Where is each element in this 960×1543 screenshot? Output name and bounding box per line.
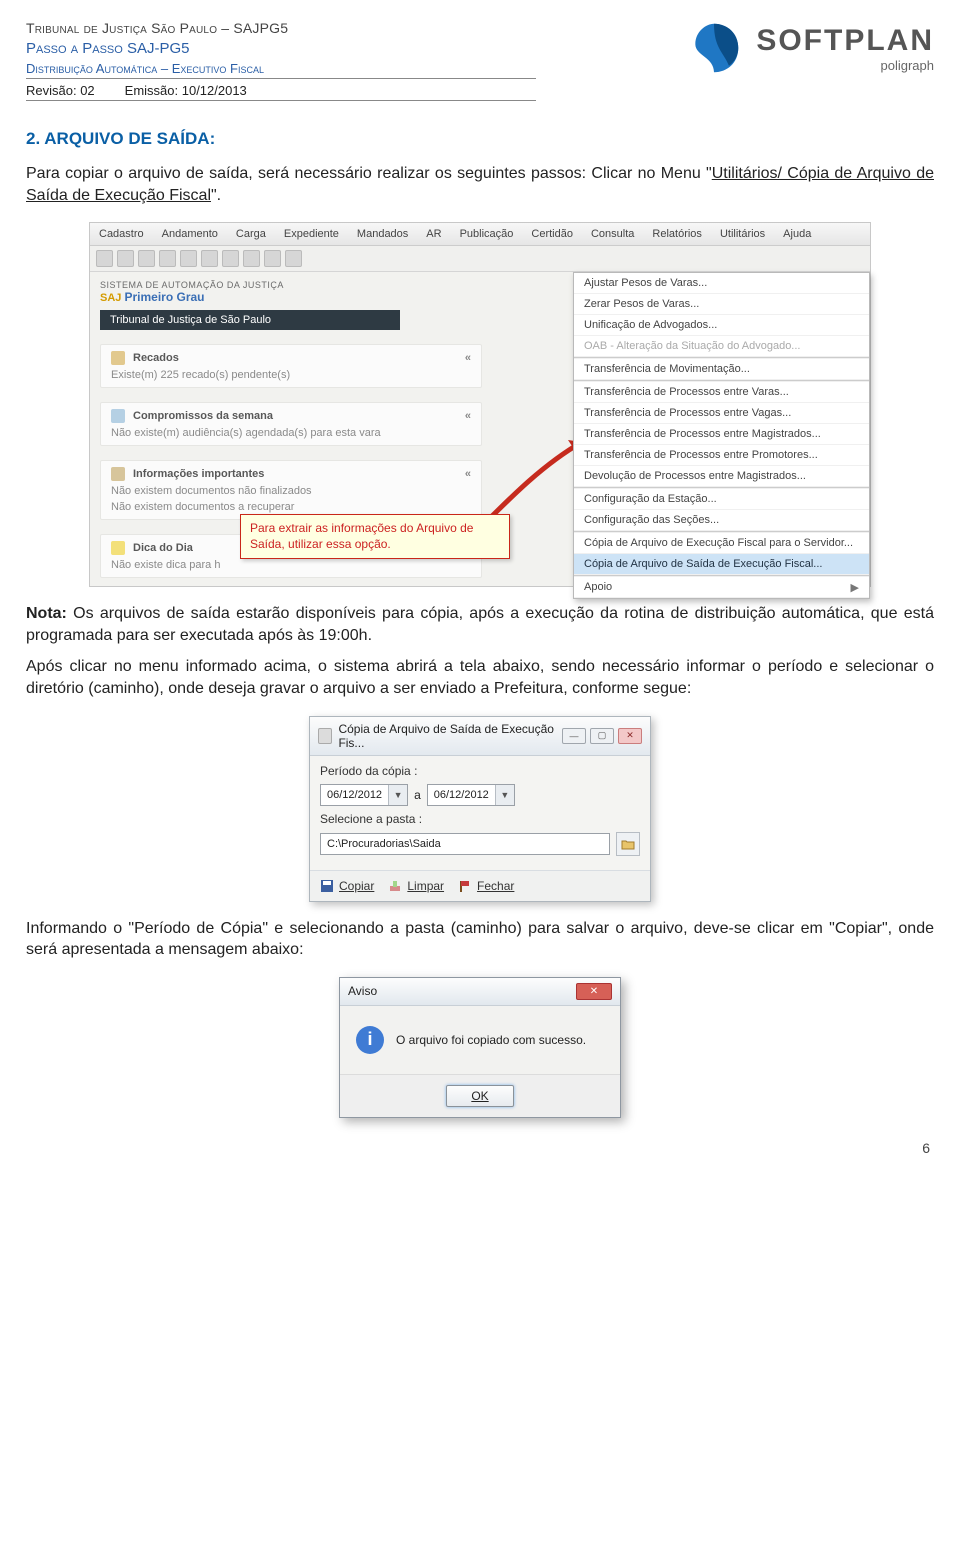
periodo-label: Período da cópia : <box>320 764 417 778</box>
section-title: 2. ARQUIVO DE SAÍDA: <box>26 129 934 149</box>
hdr-line1: Tribunal de Justiça São Paulo – SAJPG5 <box>26 20 536 36</box>
menu-relatórios[interactable]: Relatórios <box>643 223 711 245</box>
toolbar-icon[interactable] <box>180 250 197 267</box>
menu-item[interactable]: Apoio▶ <box>574 577 869 598</box>
menu-item[interactable]: Devolução de Processos entre Magistrados… <box>574 466 869 487</box>
paragraph-1: Para copiar o arquivo de saída, será nec… <box>26 163 934 206</box>
toolbar-icon[interactable] <box>201 250 218 267</box>
close-button[interactable]: ✕ <box>618 728 642 744</box>
logo-text-big: SOFTPLAN <box>756 24 934 58</box>
softplan-logo: SOFTPLAN poligraph <box>686 20 934 76</box>
minimize-button[interactable]: — <box>562 728 586 744</box>
toolbar-icon[interactable] <box>159 250 176 267</box>
date-from-input[interactable]: 06/12/2012▼ <box>320 784 408 806</box>
menu-utilitários[interactable]: Utilitários <box>711 223 774 245</box>
menu-item[interactable]: Transferência de Processos entre Magistr… <box>574 424 869 445</box>
panel-recados[interactable]: Recados« Existe(m) 225 recado(s) pendent… <box>100 344 482 388</box>
info-icon: i <box>356 1026 384 1054</box>
dialog-aviso: Aviso ✕ i O arquivo foi copiado com suce… <box>339 977 621 1118</box>
revision-label: Revisão: 02 <box>26 83 95 98</box>
browse-folder-button[interactable] <box>616 832 640 856</box>
toolbar[interactable] <box>90 246 870 272</box>
menu-mandados[interactable]: Mandados <box>348 223 417 245</box>
aviso-title: Aviso <box>348 984 377 998</box>
emission-label: Emissão: 10/12/2013 <box>125 83 247 98</box>
recados-icon <box>111 351 125 365</box>
save-icon <box>320 879 334 893</box>
chevron-icon: « <box>465 352 471 364</box>
menu-item[interactable]: Transferência de Movimentação... <box>574 359 869 380</box>
dropdown-icon[interactable]: ▼ <box>495 785 514 805</box>
callout-tooltip: Para extrair as informações do Arquivo d… <box>240 514 510 559</box>
paragraph-3: Informando o "Período de Cópia" e seleci… <box>26 918 934 961</box>
menu-publicação[interactable]: Publicação <box>451 223 523 245</box>
page-number: 6 <box>26 1140 934 1156</box>
path-input[interactable]: C:\Procuradorias\Saida <box>320 833 610 855</box>
menu-andamento[interactable]: Andamento <box>153 223 227 245</box>
flag-icon <box>458 879 472 893</box>
paragraph-2: Após clicar no menu informado acima, o s… <box>26 656 934 699</box>
menu-item[interactable]: Transferência de Processos entre Varas..… <box>574 382 869 403</box>
toolbar-icon[interactable] <box>285 250 302 267</box>
info-icon <box>111 467 125 481</box>
screenshot-app: CadastroAndamentoCargaExpedienteMandados… <box>89 222 871 587</box>
menu-carga[interactable]: Carga <box>227 223 275 245</box>
menu-certidão[interactable]: Certidão <box>522 223 582 245</box>
aviso-message: O arquivo foi copiado com sucesso. <box>396 1033 586 1047</box>
menu-ajuda[interactable]: Ajuda <box>774 223 820 245</box>
chevron-icon: « <box>465 468 471 480</box>
nota-paragraph: Nota: Os arquivos de saída estarão dispo… <box>26 603 934 646</box>
panel-informacoes[interactable]: Informações importantes« Não existem doc… <box>100 460 482 520</box>
menu-cadastro[interactable]: Cadastro <box>90 223 153 245</box>
toolbar-icon[interactable] <box>96 250 113 267</box>
menu-item[interactable]: Cópia de Arquivo de Saída de Execução Fi… <box>574 554 869 575</box>
logo-text-small: poligraph <box>756 58 934 73</box>
eraser-icon <box>388 879 402 893</box>
menu-item[interactable]: Transferência de Processos entre Vagas..… <box>574 403 869 424</box>
menu-item[interactable]: Configuração da Estação... <box>574 489 869 510</box>
toolbar-icon[interactable] <box>117 250 134 267</box>
date-to-input[interactable]: 06/12/2012▼ <box>427 784 515 806</box>
fechar-button[interactable]: Fechar <box>458 879 514 893</box>
menu-item[interactable]: Zerar Pesos de Varas... <box>574 294 869 315</box>
toolbar-icon[interactable] <box>264 250 281 267</box>
menu-ar[interactable]: AR <box>417 223 450 245</box>
chevron-icon: « <box>465 410 471 422</box>
panel-compromissos[interactable]: Compromissos da semana« Não existe(m) au… <box>100 402 482 446</box>
ok-button[interactable]: OK <box>446 1085 513 1107</box>
dropdown-icon[interactable]: ▼ <box>388 785 407 805</box>
copiar-button[interactable]: Copiar <box>320 879 374 893</box>
menu-item[interactable]: Configuração das Seções... <box>574 510 869 531</box>
menu-item[interactable]: Cópia de Arquivo de Execução Fiscal para… <box>574 533 869 554</box>
saj-pg-label: Primeiro Grau <box>124 290 204 304</box>
menu-item[interactable]: Transferência de Processos entre Promoto… <box>574 445 869 466</box>
bulb-icon <box>111 541 125 555</box>
menu-item[interactable]: Ajustar Pesos de Varas... <box>574 273 869 294</box>
menu-consulta[interactable]: Consulta <box>582 223 643 245</box>
limpar-button[interactable]: Limpar <box>388 879 444 893</box>
hdr-line3: Distribuição Automática – Executivo Fisc… <box>26 61 536 76</box>
date-sep: a <box>414 788 421 802</box>
menu-item[interactable]: Unificação de Advogados... <box>574 315 869 336</box>
utilitarios-dropdown[interactable]: Ajustar Pesos de Varas...Zerar Pesos de … <box>573 272 870 599</box>
maximize-button[interactable]: ▢ <box>590 728 614 744</box>
menu-expediente[interactable]: Expediente <box>275 223 348 245</box>
close-button[interactable]: ✕ <box>576 983 612 1000</box>
toolbar-icon[interactable] <box>222 250 239 267</box>
dialog-copia: Cópia de Arquivo de Saída de Execução Fi… <box>309 716 651 902</box>
tjsp-label: Tribunal de Justiça de São Paulo <box>100 310 400 330</box>
folder-icon <box>621 838 635 850</box>
menubar[interactable]: CadastroAndamentoCargaExpedienteMandados… <box>90 223 870 246</box>
pasta-label: Selecione a pasta : <box>320 812 422 826</box>
calendar-icon <box>111 409 125 423</box>
menu-item: OAB - Alteração da Situação do Advogado.… <box>574 336 869 357</box>
window-icon <box>318 728 332 744</box>
dialog-title: Cópia de Arquivo de Saída de Execução Fi… <box>338 722 556 750</box>
toolbar-icon[interactable] <box>243 250 260 267</box>
toolbar-icon[interactable] <box>138 250 155 267</box>
hdr-line2: Passo a Passo SAJ-PG5 <box>26 40 536 57</box>
